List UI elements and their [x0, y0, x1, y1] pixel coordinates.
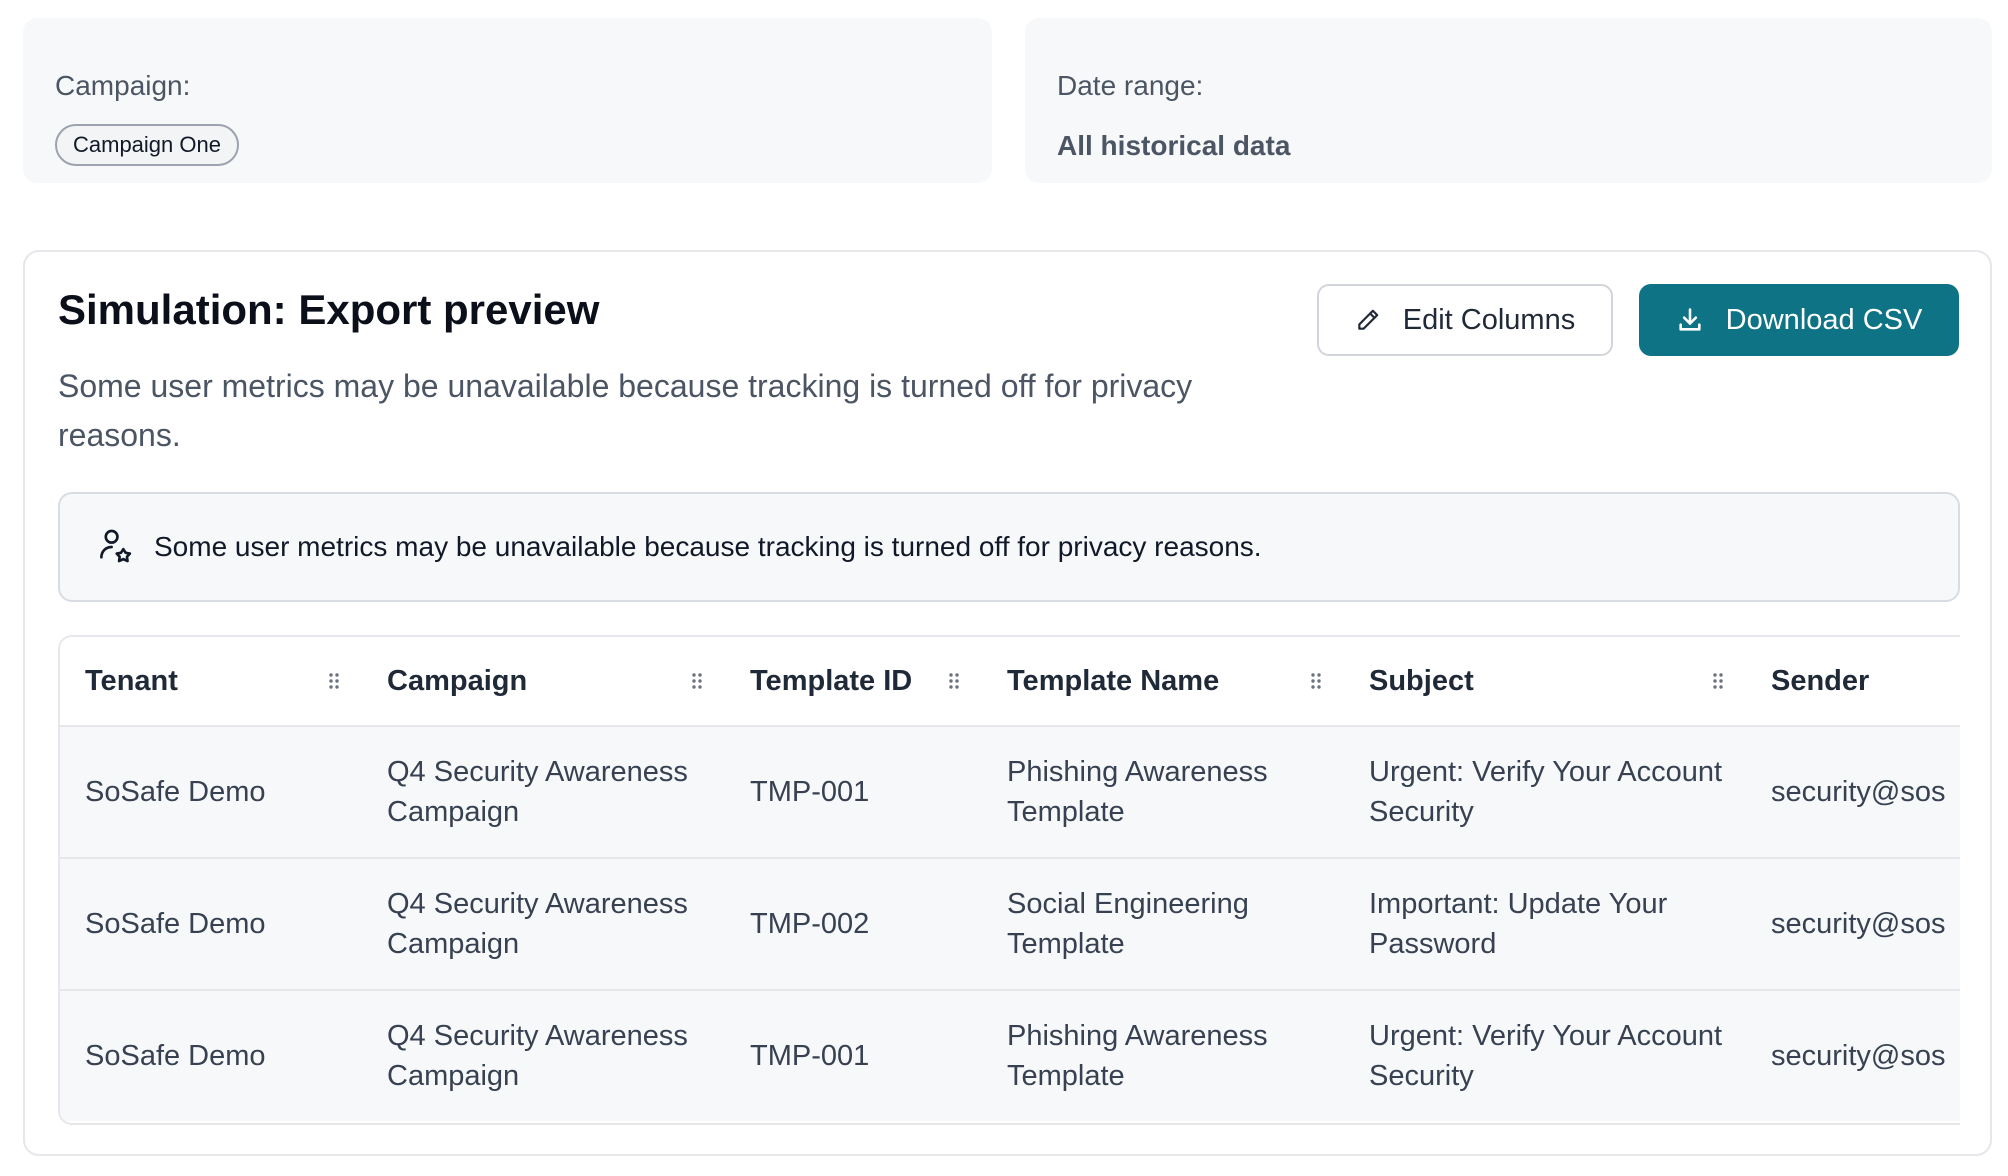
cell-tenant: SoSafe Demo: [60, 726, 362, 859]
cell-campaign: Q4 Security Awareness Campaign: [362, 726, 725, 859]
campaign-chip[interactable]: Campaign One: [55, 124, 239, 166]
column-header-label: Tenant: [85, 664, 178, 697]
column-header-label: Template Name: [1007, 664, 1220, 697]
table-row[interactable]: SoSafe Demo Q4 Security Awareness Campai…: [60, 990, 1960, 1121]
cell-template-id: TMP-002: [725, 858, 982, 991]
cell-subject: Urgent: Verify Your Account Security: [1344, 990, 1746, 1121]
edit-columns-button[interactable]: Edit Columns: [1317, 284, 1613, 356]
pencil-icon: [1355, 307, 1381, 333]
column-header-label: Campaign: [387, 664, 528, 697]
cell-subject: Important: Update Your Password: [1344, 858, 1746, 991]
drag-handle-icon[interactable]: [691, 671, 703, 691]
cell-template-id: TMP-001: [725, 990, 982, 1121]
cell-tenant: SoSafe Demo: [60, 858, 362, 991]
campaign-filter-label: Campaign:: [55, 70, 191, 101]
column-header-label: Subject: [1369, 664, 1474, 697]
column-header-subject[interactable]: Subject: [1344, 637, 1746, 727]
privacy-notice: Some user metrics may be unavailable bec…: [58, 492, 1960, 602]
date-range-label: Date range:: [1057, 70, 1204, 101]
cell-campaign: Q4 Security Awareness Campaign: [362, 990, 725, 1121]
panel-subtitle: Some user metrics may be unavailable bec…: [58, 368, 1193, 453]
export-preview-panel: Simulation: Export preview Some user met…: [23, 250, 1992, 1156]
column-header-label: Template ID: [750, 664, 913, 697]
cell-sender: security@sos: [1746, 990, 1960, 1121]
cell-template-name: Social Engineering Template: [982, 858, 1344, 991]
cell-sender: security@sos: [1746, 726, 1960, 859]
campaign-filter-card: Campaign: Campaign One: [23, 18, 992, 183]
date-range-card: Date range: All historical data: [1025, 18, 1992, 183]
user-privacy-icon: [98, 528, 134, 566]
panel-title: Simulation: Export preview: [58, 286, 600, 333]
date-range-value: All historical data: [1057, 130, 1291, 161]
export-table-container[interactable]: Tenant Campaign Template ID Template Nam…: [58, 635, 1960, 1125]
drag-handle-icon[interactable]: [1712, 671, 1724, 691]
drag-handle-icon[interactable]: [1310, 671, 1322, 691]
cell-template-name: Phishing Awareness Template: [982, 990, 1344, 1121]
table-row[interactable]: SoSafe Demo Q4 Security Awareness Campai…: [60, 858, 1960, 991]
drag-handle-icon[interactable]: [328, 671, 340, 691]
download-csv-label: Download CSV: [1725, 303, 1923, 336]
cell-template-id: TMP-001: [725, 726, 982, 859]
cell-campaign: Q4 Security Awareness Campaign: [362, 858, 725, 991]
download-csv-button[interactable]: Download CSV: [1639, 284, 1959, 356]
column-header-template-name[interactable]: Template Name: [982, 637, 1344, 727]
column-header-template-id[interactable]: Template ID: [725, 637, 982, 727]
edit-columns-label: Edit Columns: [1402, 303, 1576, 336]
cell-template-name: Phishing Awareness Template: [982, 726, 1344, 859]
table-header-row: Tenant Campaign Template ID Template Nam…: [60, 637, 1960, 727]
privacy-notice-text: Some user metrics may be unavailable bec…: [154, 531, 1262, 562]
column-header-sender[interactable]: Sender: [1746, 637, 1960, 727]
cell-sender: security@sos: [1746, 858, 1960, 991]
column-header-tenant[interactable]: Tenant: [60, 637, 362, 727]
column-header-label: Sender: [1771, 664, 1870, 697]
cell-tenant: SoSafe Demo: [60, 990, 362, 1121]
cell-subject: Urgent: Verify Your Account Security: [1344, 726, 1746, 859]
drag-handle-icon[interactable]: [948, 671, 960, 691]
column-header-campaign[interactable]: Campaign: [362, 637, 725, 727]
export-table: Tenant Campaign Template ID Template Nam…: [60, 637, 1960, 1121]
download-icon: [1676, 306, 1704, 334]
table-row[interactable]: SoSafe Demo Q4 Security Awareness Campai…: [60, 726, 1960, 859]
